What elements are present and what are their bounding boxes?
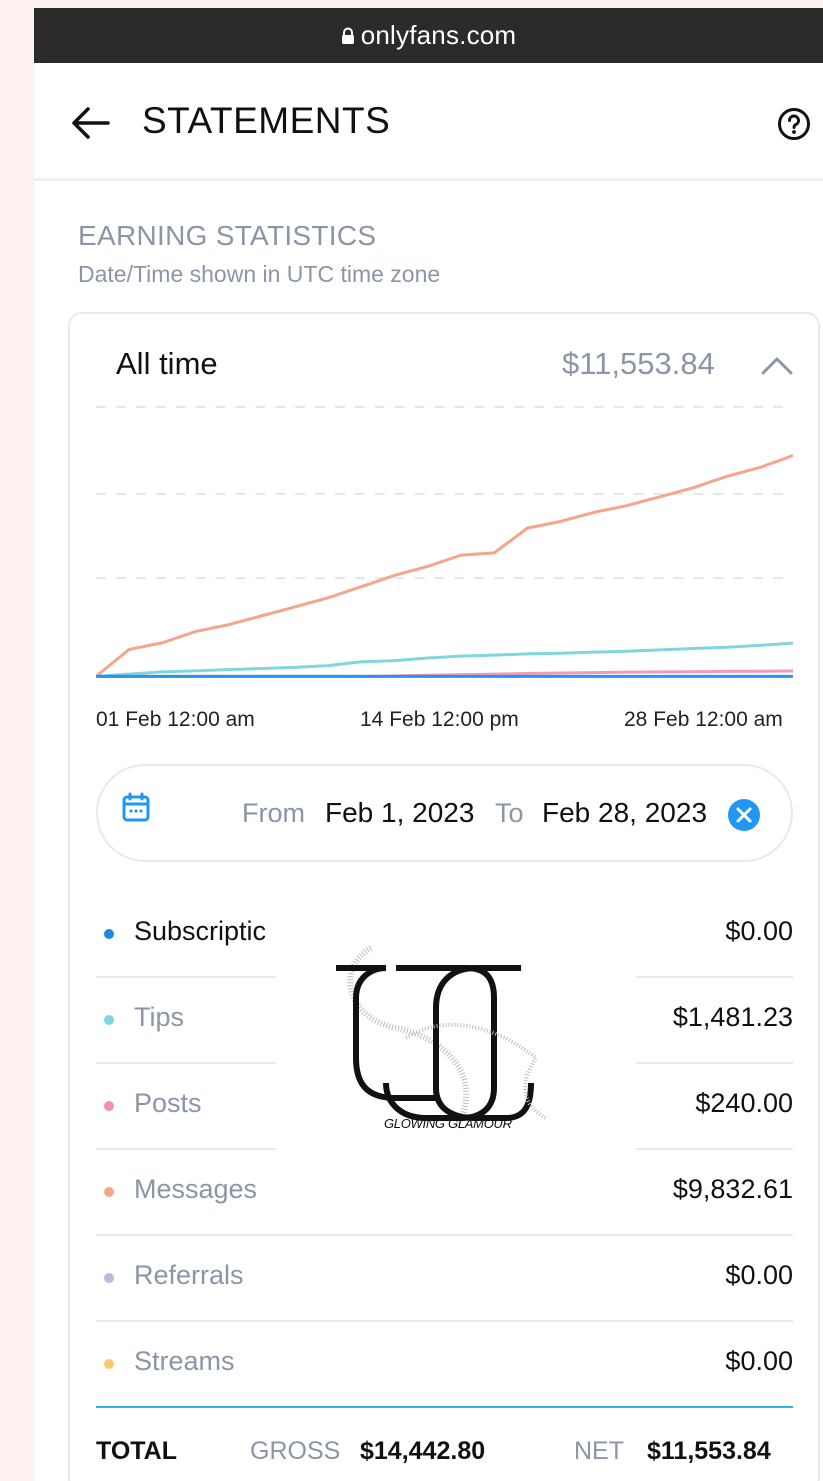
from-label: From [242,798,305,828]
period-total: $11,553.84 [562,346,715,381]
total-divider [96,1406,793,1408]
breakdown-amount: $240.00 [695,1088,793,1118]
breakdown-label: Referrals [134,1260,244,1290]
breakdown-amount: $0.00 [725,916,793,946]
section-title: EARNING STATISTICS [78,220,377,251]
breakdown-row: Referrals $0.00 [96,1236,793,1322]
breakdown-amount: $0.00 [725,1260,793,1290]
series-dot [104,1273,114,1283]
breakdown-label: Posts [134,1088,202,1118]
to-label: To [495,798,524,828]
from-date[interactable]: Feb 1, 2023 [325,797,474,829]
earnings-line-chart [96,405,793,678]
breakdown-label: Streams [134,1346,235,1376]
x-tick-label: 01 Feb 12:00 am [96,708,255,731]
question-circle-icon[interactable] [777,107,811,141]
series-dot [104,1187,114,1197]
breakdown-amount: $1,481.23 [672,1002,793,1032]
breakdown-row: Streams $0.00 [96,1322,793,1408]
net-value: $11,553.84 [647,1437,771,1465]
watermark-text: GLOWING GLAMOUR [384,1116,512,1131]
series-dot [104,1101,114,1111]
breakdown-amount: $9,832.61 [672,1174,793,1204]
chevron-up-icon[interactable] [760,354,794,376]
breakdown-amount: $0.00 [725,1346,793,1376]
x-tick-label: 28 Feb 12:00 am [624,708,783,731]
back-arrow-icon[interactable] [70,105,110,141]
lock-icon [341,27,354,44]
series-dot [104,929,114,939]
breakdown-label: Tips [134,1002,185,1032]
chart-grid [96,405,793,580]
breakdown-label: Messages [134,1174,258,1204]
to-date[interactable]: Feb 28, 2023 [542,797,707,829]
series-dot [104,1015,114,1025]
breakdown-label: Subscriptic [134,916,267,946]
series-line-messages [96,454,793,678]
breakdown-row: Messages $9,832.61 [96,1150,793,1236]
calendar-icon[interactable] [122,792,150,822]
url-text: onlyfans.com [360,20,517,50]
x-tick-label: 14 Feb 12:00 pm [360,708,519,731]
browser-url-bar[interactable]: onlyfans.com [34,8,823,63]
close-circle-icon[interactable] [727,798,761,832]
gross-value: $14,442.80 [360,1437,486,1465]
total-label: TOTAL [96,1437,178,1465]
page-title: STATEMENTS [142,100,391,141]
chart-series [96,454,793,678]
series-dot [104,1359,114,1369]
header-divider [34,178,823,180]
period-label: All time [116,346,218,381]
section-subtitle: Date/Time shown in UTC time zone [78,261,441,287]
gross-label: GROSS [250,1437,341,1465]
net-label: NET [574,1437,624,1465]
